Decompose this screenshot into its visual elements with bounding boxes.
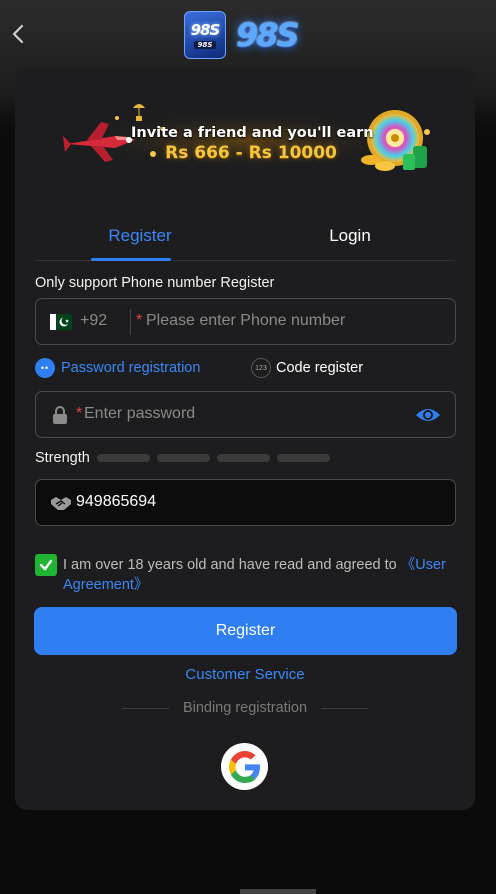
auth-tabs: Register Login	[35, 214, 455, 261]
invite-code-value[interactable]: 949865694	[76, 493, 156, 511]
password-mode-icon: ••	[35, 358, 55, 378]
check-icon	[39, 559, 53, 571]
strength-label: Strength	[35, 450, 90, 466]
registration-mode-selector: •• Password registration 123 Code regist…	[35, 357, 455, 379]
binding-label: Binding registration	[182, 700, 308, 716]
agreement-text: I am over 18 years old and have read and…	[63, 555, 458, 595]
field-divider	[130, 309, 131, 335]
google-login-button[interactable]	[221, 743, 268, 790]
invite-code-field[interactable]: 949865694	[35, 479, 456, 526]
required-mark: *	[136, 312, 143, 329]
handshake-icon	[51, 497, 71, 510]
lock-icon	[53, 406, 67, 424]
invite-banner[interactable]: Invite a friend and you'll earn Rs 666 -…	[57, 96, 433, 180]
country-code[interactable]: +92	[80, 312, 107, 330]
register-button[interactable]: Register	[34, 607, 457, 655]
password-input[interactable]	[86, 403, 406, 427]
brand-logo: 98S 98S 98S	[184, 8, 302, 62]
banner-reward-range: Rs 666 - Rs 10000	[165, 143, 337, 163]
password-strength: Strength	[35, 450, 337, 466]
password-field[interactable]: * Enter password	[35, 391, 456, 438]
banner-headline: Invite a friend and you'll earn	[131, 125, 374, 141]
google-icon	[228, 750, 260, 783]
mode-password-label: Password registration	[61, 360, 201, 376]
agreement-statement: I am over 18 years old and have read and…	[63, 557, 401, 573]
divider-line	[321, 707, 369, 709]
mode-code-option[interactable]: 123 Code register	[251, 358, 363, 378]
phone-input[interactable]	[146, 310, 436, 334]
logo-badge-text: 98S	[190, 21, 221, 39]
pakistan-flag-icon	[50, 314, 72, 330]
phone-field[interactable]: +92 * Please enter Phone number	[35, 298, 456, 345]
agree-checkbox[interactable]	[35, 554, 57, 576]
mode-password-option[interactable]: •• Password registration	[35, 358, 200, 378]
strength-bar	[216, 454, 270, 462]
tab-login[interactable]: Login	[245, 214, 455, 260]
logo-badge-subtext: 98S	[193, 41, 217, 49]
customer-service-link[interactable]: Customer Service	[15, 666, 475, 683]
logo-badge: 98S 98S	[184, 11, 226, 59]
register-card: Invite a friend and you'll earn Rs 666 -…	[15, 68, 475, 810]
logo-wordmark: 98S	[236, 16, 300, 54]
mode-code-label: Code register	[276, 360, 364, 376]
strength-bar	[276, 454, 330, 462]
code-mode-icon: 123	[251, 358, 271, 378]
strength-bar	[96, 454, 150, 462]
eye-icon[interactable]	[415, 405, 441, 425]
back-button[interactable]	[6, 20, 32, 48]
home-indicator	[240, 889, 316, 894]
strength-bar	[156, 454, 210, 462]
chevron-left-icon	[12, 24, 24, 44]
required-mark: *	[76, 405, 83, 422]
tab-register[interactable]: Register	[35, 214, 245, 261]
support-notice: Only support Phone number Register	[35, 275, 275, 291]
binding-divider: Binding registration	[122, 700, 369, 716]
divider-line	[122, 707, 169, 709]
